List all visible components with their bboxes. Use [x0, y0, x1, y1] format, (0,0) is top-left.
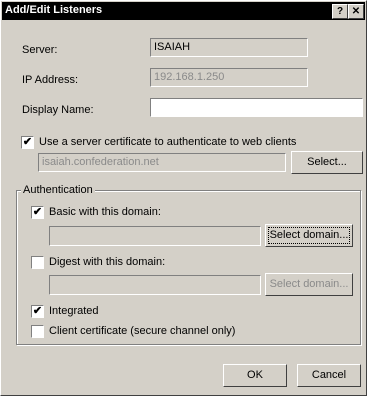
use-certificate-label[interactable]: Use a server certificate to authenticate…: [39, 136, 296, 148]
basic-domain-field: [49, 226, 261, 246]
help-button[interactable]: ?: [332, 4, 348, 19]
ip-address-label: IP Address:: [22, 74, 79, 86]
display-name-label: Display Name:: [22, 104, 94, 116]
dialog-window: Add/Edit Listeners ? ✕ Server: ISAIAH IP…: [0, 0, 367, 396]
dialog-title: Add/Edit Listeners: [5, 4, 103, 16]
digest-domain-field: [49, 275, 261, 295]
basic-select-domain-button[interactable]: Select domain...: [265, 224, 353, 247]
digest-select-domain-button: Select domain...: [265, 273, 353, 296]
server-label: Server:: [22, 44, 58, 56]
integrated-checkbox[interactable]: ✔: [31, 305, 44, 318]
ip-address-field: 192.168.1.250: [150, 68, 308, 87]
display-name-input[interactable]: [150, 98, 363, 117]
digest-auth-checkbox[interactable]: [31, 256, 44, 269]
basic-auth-checkbox[interactable]: ✔: [31, 206, 44, 219]
digest-auth-label[interactable]: Digest with this domain:: [49, 256, 165, 268]
certificate-field: isaiah.confederation.net: [38, 153, 286, 172]
basic-auth-label[interactable]: Basic with this domain:: [49, 206, 161, 218]
cancel-button[interactable]: Cancel: [297, 364, 361, 387]
ok-button[interactable]: OK: [223, 364, 287, 387]
title-bar[interactable]: Add/Edit Listeners ? ✕: [2, 2, 365, 20]
select-certificate-button[interactable]: Select...: [291, 151, 363, 174]
client-certificate-label[interactable]: Client certificate (secure channel only): [49, 325, 235, 337]
authentication-legend: Authentication: [21, 184, 95, 196]
close-button[interactable]: ✕: [348, 4, 364, 19]
use-certificate-checkbox[interactable]: ✔: [21, 136, 34, 149]
server-field: ISAIAH: [150, 38, 308, 57]
integrated-label[interactable]: Integrated: [49, 305, 99, 317]
client-certificate-checkbox[interactable]: [31, 325, 44, 338]
